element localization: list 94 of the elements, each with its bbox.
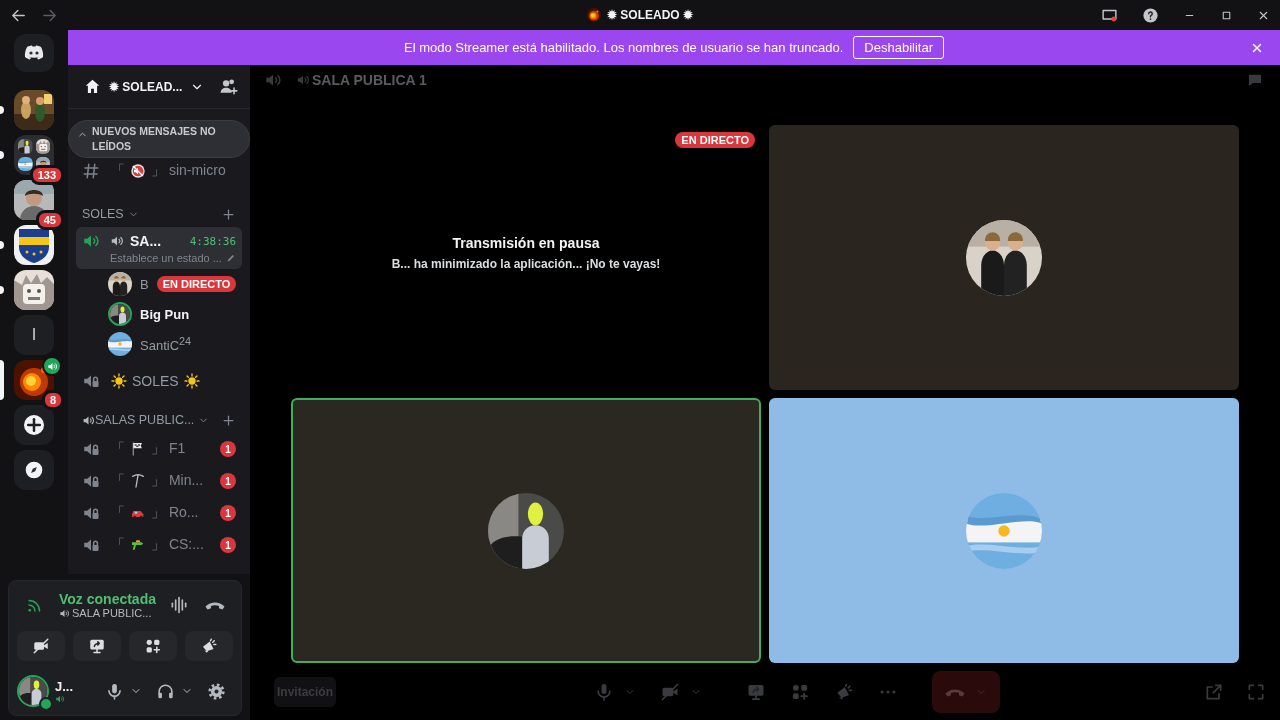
status-text: Establece un estado ... — [110, 252, 222, 264]
category-name[interactable]: SALAS PUBLIC... — [95, 413, 195, 427]
screen-share-button[interactable] — [73, 631, 121, 661]
member-avatar[interactable] — [108, 302, 132, 326]
pencil-icon[interactable] — [225, 253, 236, 263]
channel-name: 」 F1 — [151, 440, 186, 458]
voice-channel-item[interactable]: SA... 4:38:36 Establece un estado ... — [76, 227, 242, 269]
waveform-icon[interactable] — [169, 595, 189, 615]
member-name[interactable]: SantiC$^{24}$ — [140, 334, 192, 354]
speaker-icon — [296, 73, 310, 87]
plus-icon — [24, 415, 44, 435]
speaker-icon — [110, 234, 124, 248]
member-name[interactable]: Big Pun — [140, 306, 190, 322]
activities-icon — [144, 637, 162, 655]
mention-badge: 8 — [41, 390, 64, 410]
hash-icon — [82, 162, 100, 180]
unread-badge: 1 — [220, 505, 236, 521]
voice-channel-item[interactable]: 「 」 Min... 1 — [76, 465, 242, 497]
user-name: J... — [55, 678, 75, 694]
call-timer: 4:38:36 — [189, 234, 236, 248]
explore-button[interactable] — [14, 450, 54, 490]
hang-up-icon[interactable] — [205, 600, 225, 610]
voice-channel-item[interactable]: 「 」 Ro... 1 — [76, 497, 242, 529]
unread-badge: 1 — [220, 441, 236, 457]
live-badge: EN DIRECTO — [675, 132, 755, 148]
server-icon[interactable]: l — [14, 315, 54, 355]
channel-item[interactable]: 「 」 sin-micro — [76, 157, 242, 185]
category-name[interactable]: SOLES — [82, 207, 124, 221]
new-messages-text: NUEVOS MENSAJES NO LEÍDOS — [92, 124, 217, 154]
server-icon[interactable] — [14, 90, 54, 130]
home-icon[interactable] — [84, 78, 101, 95]
bracket-text: 「 — [111, 472, 125, 490]
server-icon[interactable] — [14, 225, 54, 265]
member-name[interactable]: B — [140, 276, 149, 292]
settings-icon[interactable] — [207, 681, 226, 701]
stream-paused-title: Transmisión en pausa — [452, 234, 600, 251]
screen-share-icon — [88, 637, 106, 655]
bracket-text: 「 — [111, 162, 125, 180]
voice-channel-item[interactable]: 「 」 F1 1 — [76, 433, 242, 465]
camera-off-icon — [32, 637, 50, 655]
online-status-dot — [39, 697, 53, 711]
add-server-button[interactable] — [14, 405, 54, 445]
sun-icon — [183, 373, 200, 389]
voice-status: Voz conectada — [59, 591, 157, 607]
banner-text: El modo Streamer está habilitado. Los nombres de usuario se han truncado. — [404, 40, 844, 55]
mention-badge: 45 — [35, 210, 64, 230]
member-avatar[interactable] — [108, 332, 132, 356]
voice-channel-item[interactable]: SOLES — [76, 365, 242, 397]
microphone-icon[interactable] — [105, 681, 124, 701]
bracket-text: 「 — [111, 440, 125, 458]
channel-name: 」 Min... — [151, 472, 204, 490]
soundboard-button[interactable] — [185, 631, 233, 661]
mention-badge: 133 — [29, 165, 64, 185]
bracket-text: 「 — [111, 536, 125, 554]
channel-name: 」 CS:... — [151, 536, 204, 554]
pickaxe-icon — [130, 473, 146, 489]
activities-button[interactable] — [129, 631, 177, 661]
muted-speaker-icon — [130, 163, 146, 179]
video-tile[interactable] — [769, 125, 1239, 390]
bracket-text: 「 — [111, 504, 125, 522]
user-avatar[interactable] — [17, 675, 49, 707]
live-badge: EN DIRECTO — [156, 276, 237, 292]
add-channel-icon[interactable] — [221, 206, 236, 222]
speaker-icon — [59, 607, 70, 619]
new-messages-button[interactable]: NUEVOS MENSAJES NO LEÍDOS — [68, 120, 250, 158]
video-tile[interactable] — [769, 398, 1239, 663]
add-channel-icon[interactable] — [221, 412, 236, 428]
add-user-icon[interactable] — [219, 77, 238, 96]
disable-button[interactable]: Deshabilitar — [853, 36, 944, 59]
stream-paused-message: B... ha minimizado la aplicación... ¡No te vayas! — [391, 256, 661, 271]
server-icon[interactable] — [14, 270, 54, 310]
server-name[interactable]: ✹ SOLEAD... — [109, 79, 183, 94]
unread-badge: 1 — [220, 473, 236, 489]
compass-icon — [24, 460, 44, 480]
unread-badge: 1 — [220, 537, 236, 553]
headphones-icon[interactable] — [156, 681, 175, 701]
camera-button[interactable] — [17, 631, 65, 661]
home-button[interactable] — [14, 34, 54, 72]
help-icon[interactable] — [1142, 6, 1159, 24]
speaker-icon — [55, 693, 65, 704]
channel-name: SOLES — [132, 373, 179, 389]
soundboard-icon — [200, 637, 218, 655]
voice-channel-item[interactable]: 「 」 CS:... 1 — [76, 529, 242, 561]
channel-name: 」 Ro... — [151, 504, 199, 522]
video-tile[interactable] — [291, 398, 761, 663]
window-title: ✹ SOLEADO ✹ — [607, 8, 693, 22]
channel-name: 」 sin-micro — [151, 162, 226, 180]
channel-title: SALA PUBLICA 1 — [312, 72, 427, 88]
member-avatar[interactable] — [108, 272, 132, 296]
toy-gun-icon — [130, 537, 146, 553]
speaker-icon — [82, 413, 95, 427]
sun-icon — [111, 373, 127, 389]
channel-name: SA... — [130, 233, 162, 249]
channel-name[interactable]: SALA PUBLIC... — [72, 607, 152, 619]
